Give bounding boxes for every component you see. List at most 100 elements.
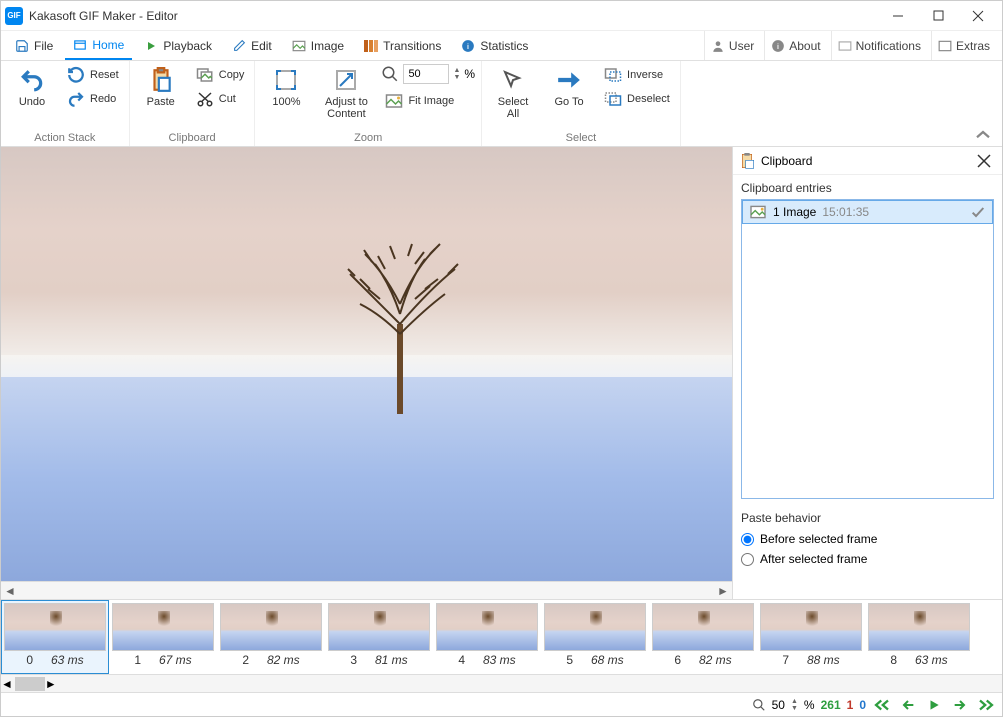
deselect-button[interactable]: Deselect [600,88,674,110]
tab-statistics-label: Statistics [480,39,528,53]
maximize-button[interactable] [918,2,958,30]
fit-image-button[interactable]: Fit Image [381,90,475,112]
inverse-label: Inverse [627,69,663,81]
frame-index: 8 [890,653,897,667]
zoom-group-label: Zoom [261,132,475,144]
filmstrip-scroll-thumb[interactable] [15,677,45,691]
frame-thumbnail[interactable]: 8 63 ms [865,600,973,674]
frame-thumbnail[interactable]: 6 82 ms [649,600,757,674]
filmstrip[interactable]: 0 63 ms 1 67 ms 2 82 ms 3 81 ms 4 83 ms … [1,599,1002,674]
frame-thumbnail[interactable]: 1 67 ms [109,600,217,674]
radio-before-input[interactable] [741,533,754,546]
zoom-input[interactable] [403,64,449,84]
radio-after-input[interactable] [741,553,754,566]
tab-home[interactable]: Home [65,31,132,60]
statusbar: 50 ▲▼ % 261 1 0 [1,692,1002,716]
copy-icon [196,66,214,84]
tab-statistics[interactable]: i Statistics [453,31,536,60]
radio-after-label: After selected frame [760,552,867,566]
canvas[interactable] [1,147,732,581]
nav-last-button[interactable] [976,695,996,715]
close-button[interactable] [958,2,998,30]
nav-first-button[interactable] [872,695,892,715]
minimize-button[interactable] [878,2,918,30]
status-zoom-percent: % [804,698,815,712]
tab-transitions[interactable]: Transitions [356,31,449,60]
frame-thumbnail[interactable]: 5 68 ms [541,600,649,674]
nav-play-button[interactable] [924,695,944,715]
goto-button[interactable]: Go To [544,64,594,110]
zoom-100-button[interactable]: 100% [261,64,311,110]
radio-before-selected[interactable]: Before selected frame [741,529,994,549]
goto-label: Go To [554,96,583,108]
frame-thumb-image [544,603,646,651]
canvas-area: ◄ ► [1,147,732,599]
filmstrip-scroll-left[interactable]: ◄ [1,677,13,691]
zoom-percent-label: % [464,67,475,81]
frame-index: 5 [566,653,573,667]
scroll-left-icon[interactable]: ◄ [1,582,19,600]
reset-button[interactable]: Reset [63,64,123,86]
filmstrip-scroll-right[interactable]: ► [45,677,57,691]
paste-button[interactable]: Paste [136,64,186,110]
frame-index: 3 [350,653,357,667]
inverse-button[interactable]: Inverse [600,64,674,86]
ribbon-collapse-button[interactable] [974,128,992,142]
tab-playback-label: Playback [163,39,212,53]
frame-duration: 83 ms [483,653,516,667]
tab-notifications[interactable]: Notifications [831,31,927,60]
nav-prev-button[interactable] [898,695,918,715]
tab-about[interactable]: iAbout [764,31,826,60]
clipboard-entry[interactable]: 1 Image 15:01:35 [742,200,993,224]
frame-thumbnail[interactable]: 0 63 ms [1,600,109,674]
tab-extras[interactable]: Extras [931,31,996,60]
frame-thumbnail[interactable]: 2 82 ms [217,600,325,674]
frame-index: 4 [458,653,465,667]
frame-thumb-image [436,603,538,651]
canvas-hscroll[interactable]: ◄ ► [1,581,732,599]
notifications-icon [838,40,852,52]
select-all-button[interactable]: Select All [488,64,538,122]
tab-file-label: File [34,39,53,53]
status-zoom-spinner[interactable]: ▲▼ [791,698,798,712]
paste-label: Paste [147,96,175,108]
cursor-icon [499,66,527,94]
clipboard-entries-list[interactable]: 1 Image 15:01:35 [741,199,994,499]
tab-edit[interactable]: Edit [224,31,280,60]
scroll-right-icon[interactable]: ► [714,582,732,600]
panel-header: Clipboard [733,147,1002,175]
tab-about-label: About [789,39,820,53]
filmstrip-hscroll[interactable]: ◄ ► [1,674,1002,692]
nav-next-button[interactable] [950,695,970,715]
cut-label: Cut [219,93,236,105]
adjust-to-content-button[interactable]: Adjust to Content [317,64,375,122]
clipboard-panel: Clipboard Clipboard entries 1 Image 15:0… [732,147,1002,599]
undo-button[interactable]: Undo [7,64,57,110]
tabbar: File Home Playback Edit Image Transition… [1,31,1002,61]
redo-button[interactable]: Redo [63,88,123,110]
ribbon-group-zoom: 100% Adjust to Content ▲▼ % Fit Image Zo… [255,61,482,146]
tab-playback[interactable]: Playback [136,31,220,60]
fit-image-label: Fit Image [408,95,454,107]
copy-button[interactable]: Copy [192,64,249,86]
radio-after-selected[interactable]: After selected frame [741,549,994,569]
redo-label: Redo [90,93,116,105]
frame-thumbnail[interactable]: 4 83 ms [433,600,541,674]
extras-icon [938,40,952,52]
arrow-right-icon [555,66,583,94]
tab-image[interactable]: Image [284,31,352,60]
frame-thumbnail[interactable]: 3 81 ms [325,600,433,674]
ribbon: Undo Reset Redo Action Stack Paste Copy … [1,61,1002,147]
workspace: ◄ ► Clipboard Clipboard entries 1 Image … [1,147,1002,599]
zoom-spinner[interactable]: ▲▼ [453,67,460,81]
frame-thumbnail[interactable]: 7 88 ms [757,600,865,674]
tab-user[interactable]: User [704,31,760,60]
status-frame-count: 261 [821,698,841,712]
frame-index: 0 [26,653,33,667]
cut-button[interactable]: Cut [192,88,249,110]
panel-close-button[interactable] [972,149,996,173]
tab-file[interactable]: File [7,31,61,60]
frame-thumb-image [4,603,106,651]
frame-thumb-image [760,603,862,651]
svg-text:i: i [467,43,469,50]
